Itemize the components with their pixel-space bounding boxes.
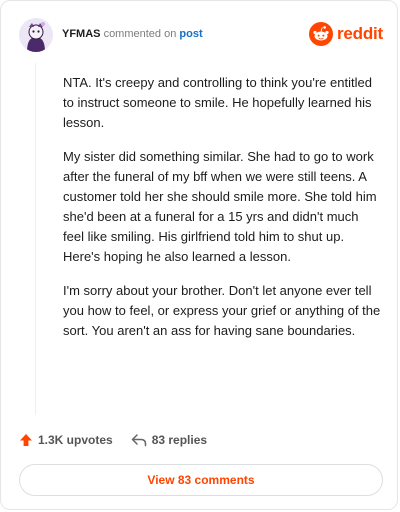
- reply-count: 83 replies: [151, 433, 208, 447]
- action-text: commented on: [103, 28, 177, 40]
- reply-arrow-icon: [131, 434, 146, 447]
- comment-paragraph: NTA. It's creepy and controlling to thin…: [63, 75, 372, 130]
- post-link[interactable]: post: [179, 28, 202, 40]
- reddit-logo[interactable]: reddit: [308, 21, 383, 47]
- comment-body: NTA. It's creepy and controlling to thin…: [63, 73, 383, 355]
- username[interactable]: YFMAS: [62, 28, 101, 40]
- reddit-wordmark: reddit: [336, 24, 383, 43]
- view-comments-button[interactable]: View 83 comments: [19, 464, 383, 496]
- comment-paragraph: I'm sorry about your brother. Don't let …: [63, 283, 381, 338]
- replies-button[interactable]: 83 replies: [131, 433, 207, 447]
- comment-meta: YFMAS commented on post: [62, 28, 203, 40]
- comment-header: YFMAS commented on post reddit: [19, 18, 383, 54]
- reddit-snoo-icon: [308, 22, 333, 46]
- avatar[interactable]: [19, 18, 53, 52]
- upvote-arrow-icon: [20, 434, 32, 446]
- comment-actions: 1.3K upvotes 83 replies: [19, 431, 207, 449]
- upvote-count: 1.3K upvotes: [38, 433, 113, 447]
- comment-paragraph: My sister did something similar. She had…: [63, 149, 377, 264]
- upvote-button[interactable]: 1.3K upvotes: [19, 433, 113, 447]
- comment-card: YFMAS commented on post reddit NTA. It's…: [0, 0, 398, 510]
- avatar-icon: [19, 18, 53, 52]
- thread-line: [35, 63, 36, 415]
